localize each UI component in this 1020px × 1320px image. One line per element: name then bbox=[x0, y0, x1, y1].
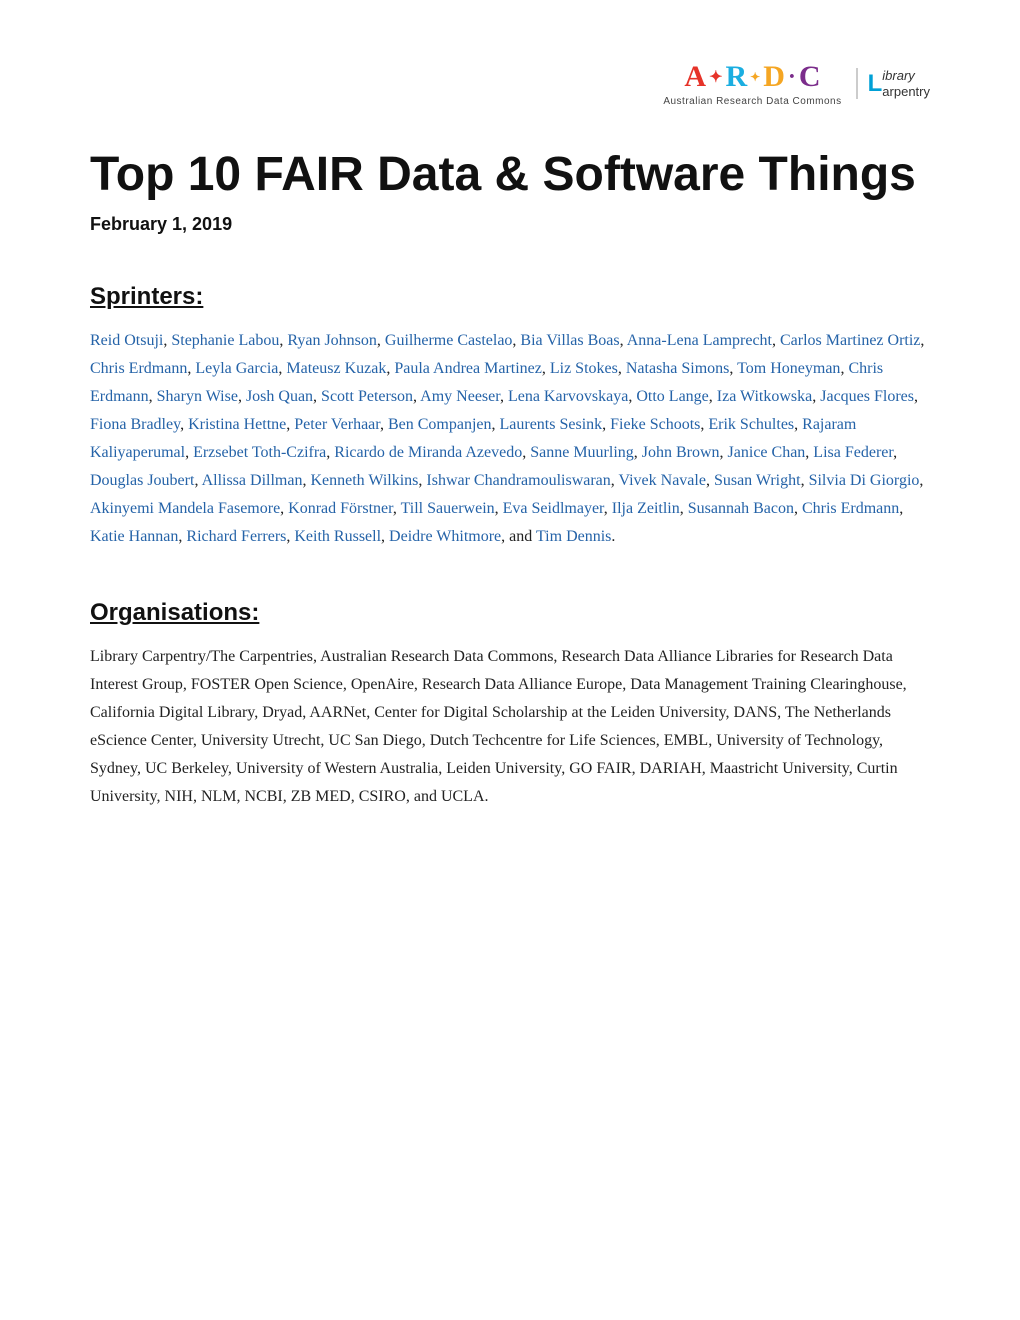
sprinter-richard[interactable]: Richard Ferrers bbox=[186, 528, 286, 545]
sprinters-text: Reid Otsuji, Stephanie Labou, Ryan Johns… bbox=[90, 327, 930, 551]
sprinter-sharyn[interactable]: Sharyn Wise bbox=[157, 388, 238, 405]
sprinter-paula[interactable]: Paula Andrea Martinez bbox=[394, 360, 542, 377]
sprinter-erik[interactable]: Erik Schultes bbox=[708, 416, 794, 433]
sprinter-guilherme[interactable]: Guilherme Castelao bbox=[385, 332, 513, 349]
sprinter-reid[interactable]: Reid Otsuji bbox=[90, 332, 163, 349]
sprinter-otto[interactable]: Otto Lange bbox=[636, 388, 708, 405]
sprinter-kristina[interactable]: Kristina Hettne bbox=[188, 416, 286, 433]
organisations-text: Library Carpentry/The Carpentries, Austr… bbox=[90, 643, 930, 811]
ardc-letter-d: D bbox=[763, 60, 785, 94]
sprinter-douglas[interactable]: Douglas Joubert bbox=[90, 472, 194, 489]
sprinter-amy[interactable]: Amy Neeser bbox=[420, 388, 500, 405]
sprinter-leyla[interactable]: Leyla Garcia bbox=[195, 360, 278, 377]
sprinter-fieke[interactable]: Fieke Schoots bbox=[610, 416, 700, 433]
sprinter-anna[interactable]: Anna-Lena Lamprecht bbox=[627, 332, 772, 349]
ardc-subtitle: Australian Research Data Commons bbox=[663, 96, 841, 107]
sprinter-ricardo[interactable]: Ricardo de Miranda Azevedo bbox=[334, 444, 522, 461]
sprinter-erzsebet[interactable]: Erzsebet Toth-Czifra bbox=[193, 444, 326, 461]
sprinter-till[interactable]: Till Sauerwein bbox=[401, 500, 495, 517]
ardc-letter-a: A bbox=[684, 60, 706, 94]
sprinter-susan[interactable]: Susan Wright bbox=[714, 472, 801, 489]
ardc-letter-c: C bbox=[799, 60, 821, 94]
sprinter-carlos[interactable]: Carlos Martinez Ortiz bbox=[780, 332, 920, 349]
page-title: Top 10 FAIR Data & Software Things bbox=[90, 147, 930, 202]
sprinter-vivek[interactable]: Vivek Navale bbox=[619, 472, 706, 489]
sprinter-tim[interactable]: Tim Dennis bbox=[536, 528, 611, 545]
sprinter-ilja[interactable]: Ilja Zeitlin bbox=[612, 500, 680, 517]
sprinter-sanne[interactable]: Sanne Muurling bbox=[530, 444, 634, 461]
sprinter-lena[interactable]: Lena Karvovskaya bbox=[508, 388, 628, 405]
sprinter-ryan[interactable]: Ryan Johnson bbox=[287, 332, 377, 349]
ardc-dot: · bbox=[788, 64, 796, 91]
sprinter-chris1[interactable]: Chris Erdmann bbox=[90, 360, 187, 377]
sprinter-silvia[interactable]: Silvia Di Giorgio bbox=[809, 472, 920, 489]
sprinter-allissa[interactable]: Allissa Dillman bbox=[202, 472, 303, 489]
sprinter-ishwar[interactable]: Ishwar Chandramouliswaran bbox=[426, 472, 610, 489]
lc-line1: ibrary bbox=[882, 68, 930, 84]
sprinter-peter[interactable]: Peter Verhaar bbox=[294, 416, 380, 433]
sprinter-stephanie[interactable]: Stephanie Labou bbox=[171, 332, 279, 349]
ardc-star2: ✦ bbox=[750, 70, 760, 85]
sprinter-fiona[interactable]: Fiona Bradley bbox=[90, 416, 180, 433]
sprinter-janice[interactable]: Janice Chan bbox=[728, 444, 806, 461]
sprinter-tom[interactable]: Tom Honeyman bbox=[737, 360, 840, 377]
ardc-letters: A ✦ R ✦ D · C bbox=[684, 60, 820, 94]
header-logos: A ✦ R ✦ D · C Australian Research Data C… bbox=[90, 60, 930, 107]
page-date: February 1, 2019 bbox=[90, 214, 930, 235]
library-carpentry-logo: L ibrary arpentry bbox=[856, 68, 930, 99]
sprinter-keith[interactable]: Keith Russell bbox=[294, 528, 381, 545]
organisations-section: Organisations: Library Carpentry/The Car… bbox=[90, 599, 930, 811]
sprinter-konrad[interactable]: Konrad Förstner bbox=[288, 500, 393, 517]
sprinter-katie[interactable]: Katie Hannan bbox=[90, 528, 178, 545]
sprinter-ben[interactable]: Ben Companjen bbox=[388, 416, 492, 433]
ardc-logo: A ✦ R ✦ D · C Australian Research Data C… bbox=[663, 60, 841, 107]
sprinters-heading: Sprinters: bbox=[90, 283, 930, 311]
lc-line2: arpentry bbox=[882, 84, 930, 100]
ardc-letter-r: R bbox=[725, 60, 747, 94]
sprinter-iza[interactable]: Iza Witkowska bbox=[717, 388, 812, 405]
sprinter-akinyemi[interactable]: Akinyemi Mandela Fasemore bbox=[90, 500, 280, 517]
sprinter-scott[interactable]: Scott Peterson bbox=[321, 388, 413, 405]
sprinter-laurents[interactable]: Laurents Sesink bbox=[500, 416, 603, 433]
sprinter-natasha[interactable]: Natasha Simons bbox=[626, 360, 730, 377]
sprinter-chris3[interactable]: Chris Erdmann bbox=[802, 500, 899, 517]
ardc-star1: ✦ bbox=[709, 67, 722, 87]
sprinter-kenneth[interactable]: Kenneth Wilkins bbox=[310, 472, 418, 489]
sprinter-mateusz[interactable]: Mateusz Kuzak bbox=[286, 360, 386, 377]
sprinter-lisa[interactable]: Lisa Federer bbox=[813, 444, 893, 461]
sprinter-deidre[interactable]: Deidre Whitmore bbox=[389, 528, 501, 545]
lc-bracket: L bbox=[868, 70, 883, 98]
sprinter-liz[interactable]: Liz Stokes bbox=[550, 360, 618, 377]
sprinter-josh[interactable]: Josh Quan bbox=[246, 388, 313, 405]
sprinter-jacques[interactable]: Jacques Flores bbox=[820, 388, 914, 405]
organisations-heading: Organisations: bbox=[90, 599, 930, 627]
lc-text: ibrary arpentry bbox=[882, 68, 930, 99]
sprinters-section: Sprinters: Reid Otsuji, Stephanie Labou,… bbox=[90, 283, 930, 551]
sprinter-eva[interactable]: Eva Seidlmayer bbox=[503, 500, 604, 517]
sprinter-john[interactable]: John Brown bbox=[642, 444, 720, 461]
sprinter-bia[interactable]: Bia Villas Boas bbox=[520, 332, 619, 349]
sprinter-susannah[interactable]: Susannah Bacon bbox=[688, 500, 794, 517]
ardc-logo-visual: A ✦ R ✦ D · C bbox=[684, 60, 820, 94]
